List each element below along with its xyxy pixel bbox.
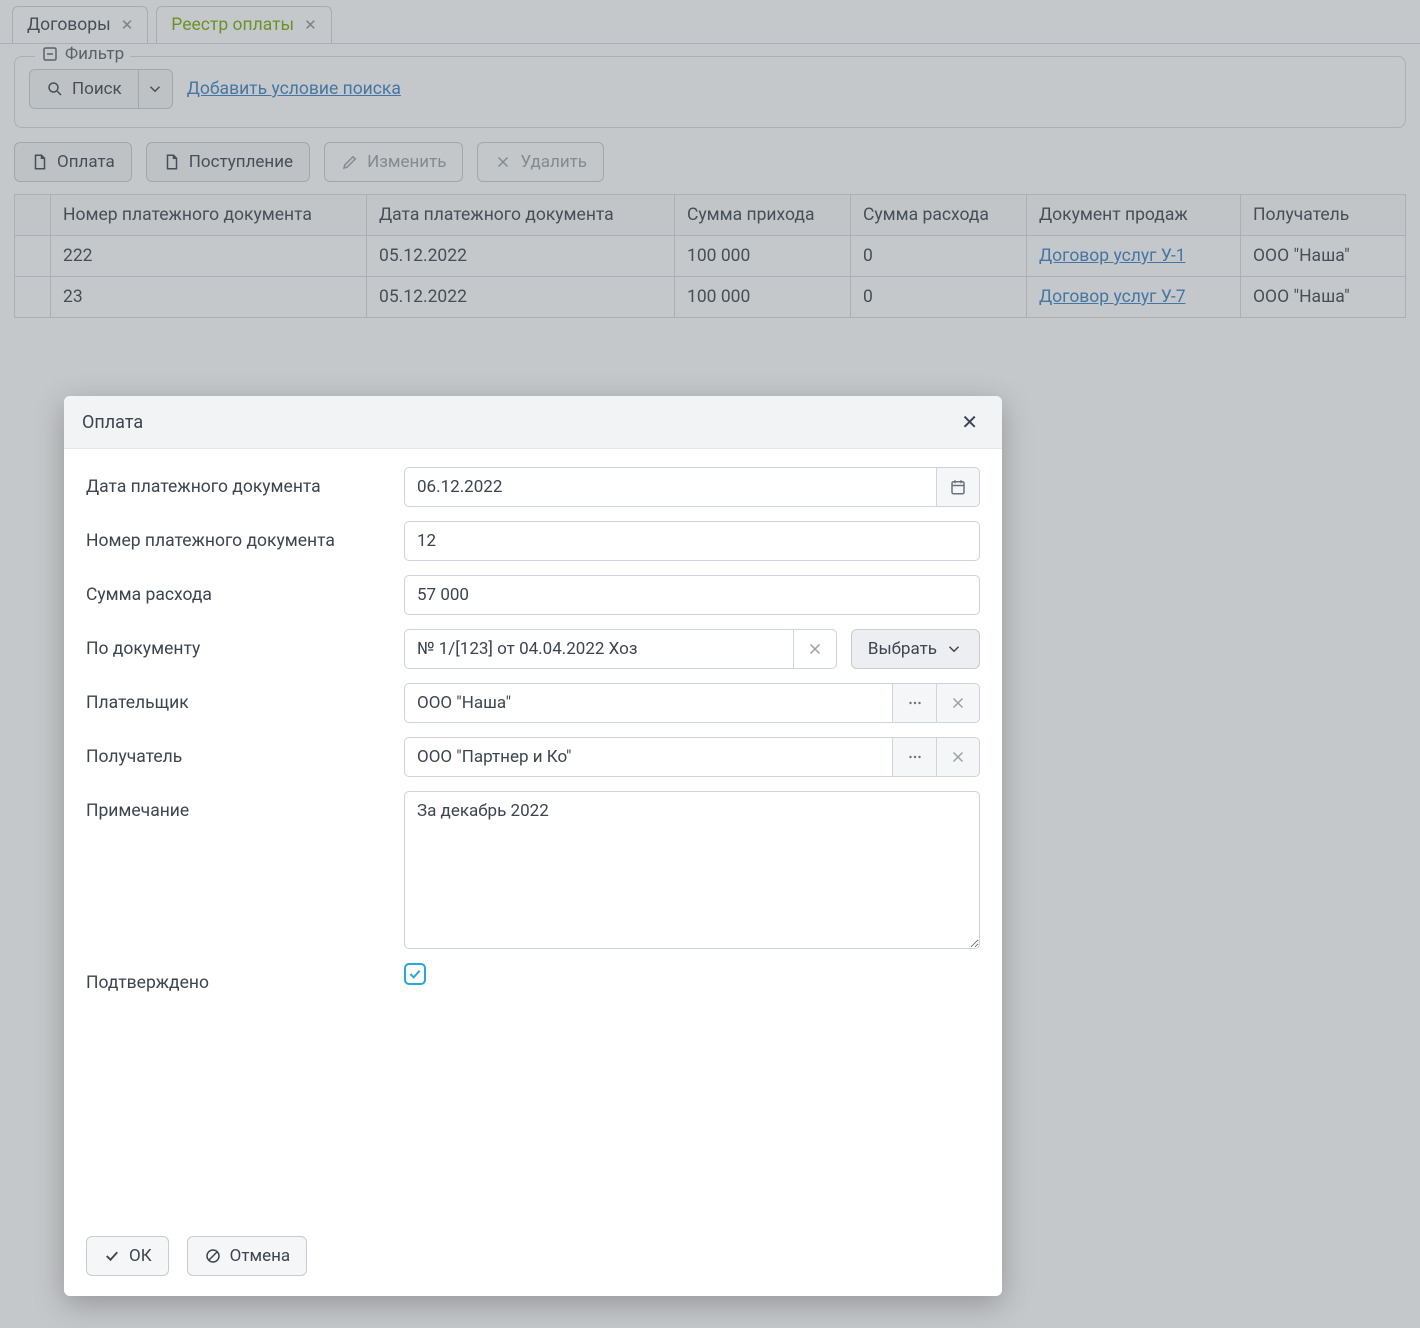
dialog-title: Оплата	[82, 412, 143, 433]
dialog-header: Оплата ✕	[64, 396, 1002, 449]
check-icon	[407, 966, 423, 982]
doc-date-label: Дата платежного документа	[86, 467, 386, 497]
note-textarea[interactable]	[404, 791, 980, 949]
dialog-close-button[interactable]: ✕	[955, 408, 984, 436]
confirmed-checkbox[interactable]	[404, 963, 426, 985]
close-icon	[949, 748, 967, 766]
sum-out-label: Сумма расхода	[86, 575, 386, 605]
payment-dialog: Оплата ✕ Дата платежного документа Номер…	[64, 396, 1002, 1296]
calendar-icon	[949, 478, 967, 496]
check-icon	[103, 1247, 121, 1265]
close-icon	[949, 694, 967, 712]
ellipsis-icon	[906, 748, 924, 766]
sum-out-input[interactable]	[404, 575, 980, 615]
doc-number-label: Номер платежного документа	[86, 521, 386, 551]
dialog-footer: ОК Отмена	[64, 1222, 1002, 1296]
dialog-body: Дата платежного документа Номер платежно…	[64, 449, 1002, 1222]
recipient-clear-button[interactable]	[936, 737, 980, 777]
button-label: Выбрать	[868, 639, 937, 659]
button-label: ОК	[129, 1246, 152, 1266]
by-doc-clear-button[interactable]	[793, 629, 837, 669]
close-icon	[806, 640, 824, 658]
by-doc-select-button[interactable]: Выбрать	[851, 629, 980, 669]
payer-input[interactable]	[404, 683, 892, 723]
ellipsis-icon	[906, 694, 924, 712]
cancel-icon	[204, 1247, 222, 1265]
calendar-picker-button[interactable]	[936, 467, 980, 507]
note-label: Примечание	[86, 791, 386, 821]
doc-number-input[interactable]	[404, 521, 980, 561]
chevron-down-icon	[945, 640, 963, 658]
payer-clear-button[interactable]	[936, 683, 980, 723]
confirmed-label: Подтверждено	[86, 963, 386, 993]
recipient-label: Получатель	[86, 737, 386, 767]
cancel-button[interactable]: Отмена	[187, 1236, 308, 1276]
payer-lookup-button[interactable]	[892, 683, 936, 723]
payer-label: Плательщик	[86, 683, 386, 713]
doc-date-input[interactable]	[404, 467, 936, 507]
ok-button[interactable]: ОК	[86, 1236, 169, 1276]
recipient-lookup-button[interactable]	[892, 737, 936, 777]
recipient-input[interactable]	[404, 737, 892, 777]
button-label: Отмена	[230, 1246, 291, 1266]
by-doc-label: По документу	[86, 629, 386, 659]
by-doc-input[interactable]	[404, 629, 793, 669]
